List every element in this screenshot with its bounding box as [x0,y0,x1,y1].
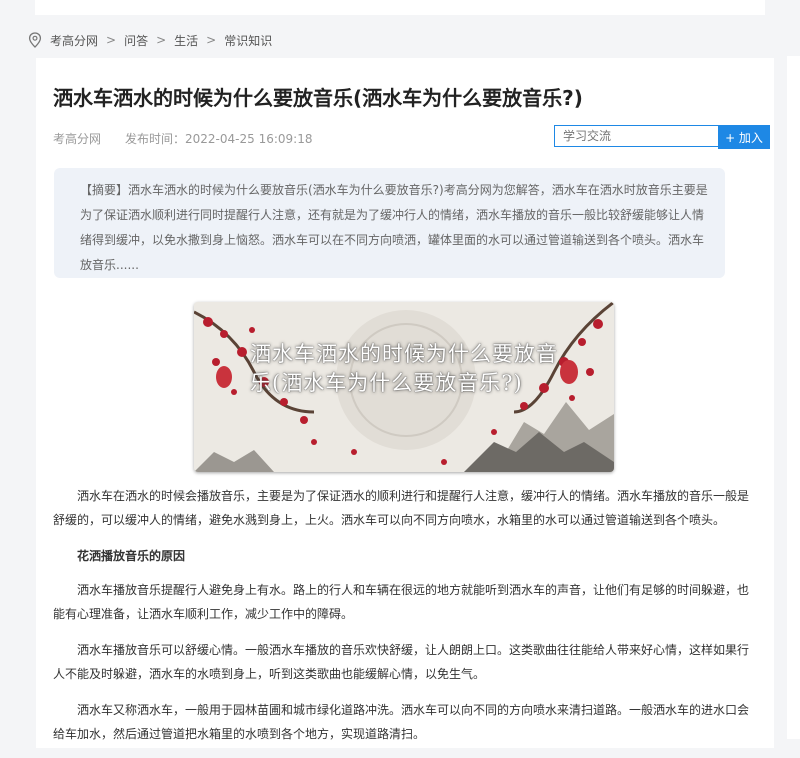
breadcrumb: 考高分网 > 问答 > 生活 > 常识知识 [28,30,272,50]
top-bar [35,0,765,15]
hero-caption: 洒水车洒水的时候为什么要放音乐(洒水车为什么要放音乐?) [250,342,558,395]
join-button[interactable]: + 加入 [718,125,770,149]
breadcrumb-life[interactable]: 生活 [174,32,198,49]
breadcrumb-home[interactable]: 考高分网 [50,32,98,49]
paragraph: 洒水车在洒水的时候会播放音乐，主要是为了保证洒水的顺利进行和提醒行人注意，缓冲行… [53,489,750,527]
join-group-input[interactable] [554,125,718,147]
paragraph: 洒水车播放音乐提醒行人避免身上有水。路上的行人和车辆在很远的地方就能听到洒水车的… [53,583,750,621]
hero-image: 洒水车洒水的时候为什么要放音乐(洒水车为什么要放音乐?) [194,302,614,472]
breadcrumb-separator: > [206,33,217,47]
breadcrumb-knowledge[interactable]: 常识知识 [224,32,272,49]
article-meta: 考高分网 发布时间：2022-04-25 16:09:18 [53,130,312,147]
paragraph: 洒水车播放音乐可以舒缓心情。一般洒水车播放的音乐欢快舒缓，让人朗朗上口。这类歌曲… [53,643,750,681]
page-title: 洒水车洒水的时候为什么要放音乐(洒水车为什么要放音乐?) [53,86,583,110]
breadcrumb-separator: > [106,33,117,47]
location-pin-icon [28,32,42,48]
breadcrumb-separator: > [156,33,167,47]
article-source: 考高分网 [53,132,102,146]
right-sidebar-edge [787,56,800,739]
breadcrumb-qa[interactable]: 问答 [124,32,148,49]
join-group: + 加入 [554,125,770,149]
article-card: 洒水车洒水的时候为什么要放音乐(洒水车为什么要放音乐?) 考高分网 发布时间：2… [36,58,774,748]
publish-date: 发布时间：2022-04-25 16:09:18 [125,132,313,146]
article-body: 洒水车在洒水的时候会播放音乐，主要是为了保证洒水的顺利进行和提醒行人注意，缓冲行… [53,484,758,758]
article-summary: 【摘要】洒水车洒水的时候为什么要放音乐(洒水车为什么要放音乐?)考高分网为您解答… [54,168,725,278]
section-heading: 花洒播放音乐的原因 [77,549,186,563]
